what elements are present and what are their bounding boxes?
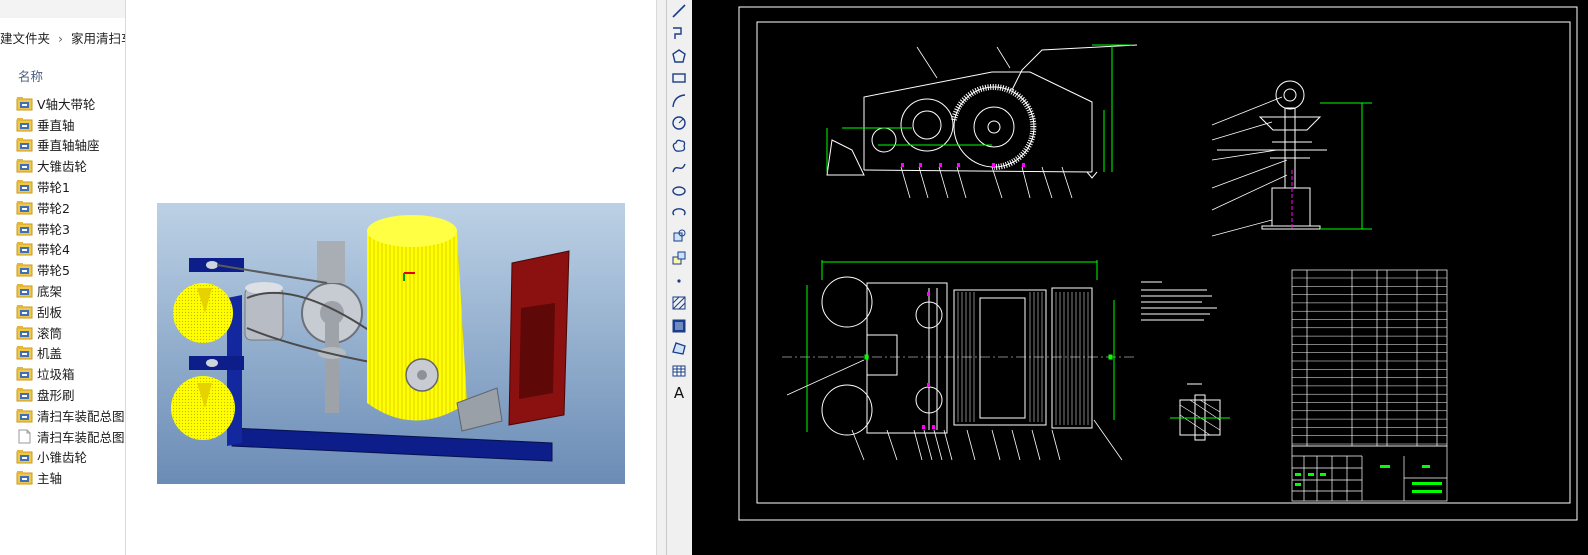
arc-tool-icon[interactable] [667,90,691,111]
revision-cloud-icon[interactable] [667,135,691,156]
file-list-item[interactable]: 带轮1 [16,176,125,197]
cleaner-3d-preview-image [157,203,625,484]
assembly-file-icon [16,388,33,402]
assembly-file-icon [16,325,33,340]
make-block-icon[interactable] [667,248,691,269]
multiline-text-icon[interactable]: A [667,383,691,404]
file-list-item[interactable]: 机盖 [16,343,125,364]
file-name-label: 带轮4 [37,242,70,258]
parts-list-rows [1292,277,1447,445]
file-list-item[interactable]: V轴大带轮 [16,93,125,114]
file-list-item[interactable]: 大锥齿轮 [16,155,125,176]
file-list-item[interactable]: 清扫车装配总图.d [16,426,125,447]
assembly-file-icon [16,408,33,423]
assembly-file-icon [16,284,33,298]
polygon-tool-icon[interactable] [667,45,691,66]
file-list-item[interactable]: 盘形刷 [16,384,125,405]
assembly-file-icon [16,180,33,194]
file-list-item[interactable]: 刮板 [16,301,125,322]
assembly-file-icon [16,221,33,236]
file-list-item[interactable]: 带轮3 [16,218,125,239]
rectangle-tool-icon[interactable] [667,68,691,89]
file-name-label: 底架 [37,284,63,300]
explorer-top-band [0,0,125,18]
ellipse-arc-icon[interactable] [667,203,691,224]
file-name-label: 大锥齿轮 [37,159,88,175]
file-list-item[interactable]: 主轴 [16,467,125,488]
file-list-item[interactable]: 垃圾箱 [16,363,125,384]
assembly-file-icon [16,96,33,111]
file-name-label: 带轮3 [37,221,70,237]
point-tool-icon[interactable] [667,270,691,291]
blank-file-icon [18,429,31,444]
hatch-tool-icon[interactable] [667,293,691,314]
region-tool-icon[interactable] [667,338,691,359]
assembly-file-icon [16,159,33,173]
breadcrumb-separator-icon: › [58,31,64,46]
assembly-file-icon [16,117,33,132]
cad-drawing-canvas[interactable] [692,0,1588,555]
file-name-label: 小锥齿轮 [37,450,88,466]
file-explorer-pane: 建文件夹 › 家用清扫车 名称 V轴大带轮垂直轴垂直轴轴座大锥齿轮带轮1 带轮2 带轮3… [0,0,125,555]
file-list-item[interactable]: 带轮2 [16,197,125,218]
breadcrumb: 建文件夹 › 家用清扫车 [0,28,125,47]
insert-block-icon[interactable] [667,225,691,246]
file-list-item[interactable]: 滚筒 [16,322,125,343]
file-name-label: 带轮2 [37,200,70,216]
file-list-item[interactable]: 小锥齿轮 [16,447,125,468]
assembly-file-icon [16,263,33,277]
spline-tool-icon[interactable] [667,158,691,179]
polyline-tool-icon[interactable] [667,23,691,44]
line-tool-icon[interactable] [667,0,691,21]
assembly-file-icon [16,242,33,256]
file-name-label: 机盖 [37,346,63,362]
assembly-file-icon [16,346,33,360]
file-list-item[interactable]: 垂直轴轴座 [16,135,125,156]
assembly-file-icon [16,200,33,215]
file-name-label: 刮板 [37,304,63,320]
file-name-label: 垃圾箱 [37,367,75,383]
file-list-item[interactable]: 带轮4 [16,239,125,260]
file-name-label: 带轮1 [37,180,70,196]
file-list-item[interactable]: 底架 [16,280,125,301]
assembly-file-icon [16,367,33,381]
file-name-label: 盘形刷 [37,388,75,404]
text-tool-label: A [673,384,685,402]
file-name-label: 垂直轴轴座 [37,138,100,154]
assembly-file-icon [16,450,33,464]
file-name-label: V轴大带轮 [37,96,96,112]
file-name-label: 主轴 [37,471,63,487]
file-list-item[interactable]: 带轮5 [16,259,125,280]
file-list-item[interactable]: 清扫车装配总图 [16,405,125,426]
file-name-label: 清扫车装配总图.d [37,429,125,445]
column-header-name[interactable]: 名称 [18,66,43,85]
breadcrumb-folder-cleaner[interactable]: 家用清扫车 [71,31,125,46]
file-list: V轴大带轮垂直轴垂直轴轴座大锥齿轮带轮1 带轮2 带轮3 带轮4 带轮5 底架刮板滚筒机盖… [16,93,125,488]
file-name-label: 垂直轴 [37,117,75,133]
file-name-label: 带轮5 [37,263,70,279]
assembly-file-icon [16,304,33,319]
ellipse-tool-icon[interactable] [667,180,691,201]
file-name-label: 滚筒 [37,325,63,341]
cad-draw-toolbar: A [666,0,693,555]
file-list-item[interactable]: 垂直轴 [16,114,125,135]
assembly-file-icon [16,138,33,152]
file-name-label: 清扫车装配总图 [37,408,125,424]
assembly-file-icon [16,471,33,485]
gradient-tool-icon[interactable] [667,315,691,336]
breadcrumb-folder-new[interactable]: 建文件夹 [0,31,50,46]
circle-tool-icon[interactable] [667,113,691,134]
table-tool-icon[interactable] [667,360,691,381]
